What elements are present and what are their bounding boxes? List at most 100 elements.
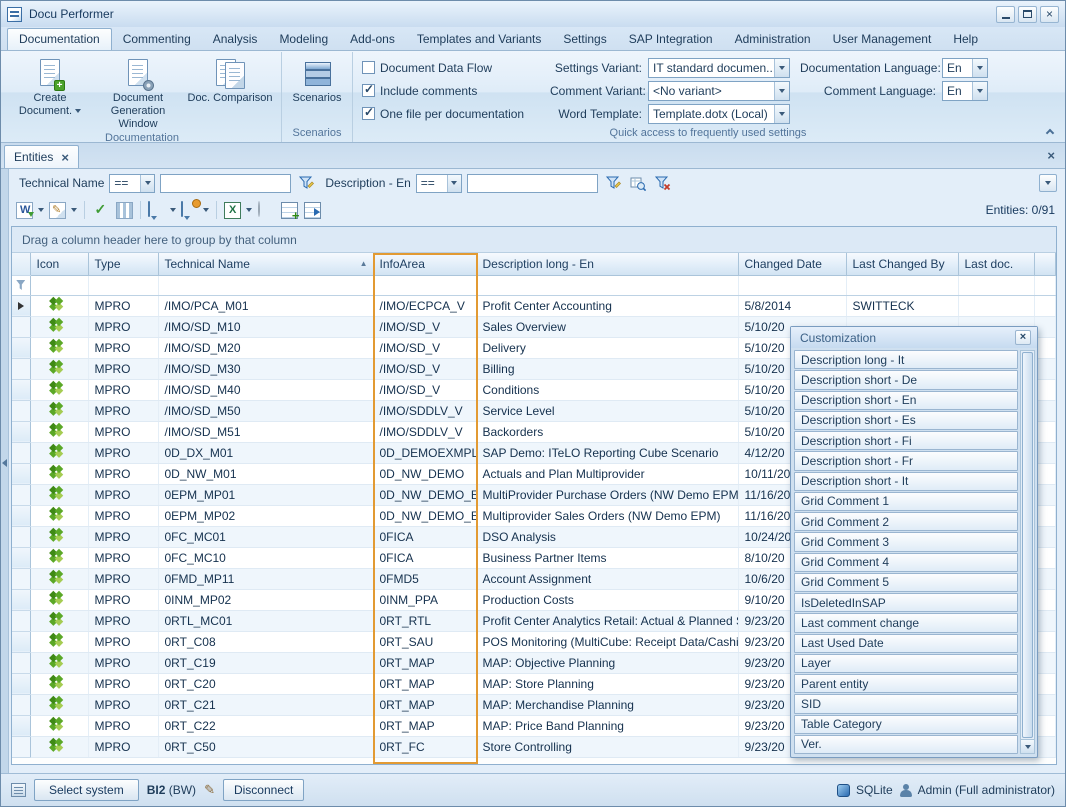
combo-documentation-language[interactable]: En bbox=[942, 58, 988, 78]
customization-item-grid-comment-3[interactable]: Grid Comment 3 bbox=[794, 532, 1018, 551]
systems-list-icon[interactable] bbox=[11, 783, 26, 797]
menu-tab-user-management[interactable]: User Management bbox=[822, 29, 943, 50]
combo-comment-variant[interactable]: <No variant> bbox=[648, 81, 790, 101]
scroll-down-button[interactable] bbox=[1021, 739, 1034, 753]
close-button[interactable]: × bbox=[1040, 6, 1059, 23]
column-header-type[interactable]: Type bbox=[88, 253, 158, 275]
preview-button[interactable] bbox=[256, 199, 276, 221]
export-word-button[interactable] bbox=[15, 199, 45, 221]
customization-item-description-short-en[interactable]: Description short - En bbox=[794, 391, 1018, 410]
checkbox-box[interactable] bbox=[362, 61, 375, 74]
doc-comparison-button[interactable]: Doc. Comparison bbox=[182, 53, 278, 132]
table-add-button[interactable] bbox=[279, 199, 299, 221]
tab-close-icon[interactable]: × bbox=[61, 151, 69, 164]
column-header-technical-name[interactable]: Technical Name▲ bbox=[158, 253, 373, 275]
menu-tab-commenting[interactable]: Commenting bbox=[112, 29, 202, 50]
filter-cell[interactable] bbox=[30, 275, 88, 295]
table-row[interactable]: MPRO/IMO/PCA_M01/IMO/ECPCA_VProfit Cente… bbox=[12, 295, 1056, 316]
combo-word-template[interactable]: Template.dotx (Local) bbox=[648, 104, 790, 124]
filter-cell[interactable] bbox=[88, 275, 158, 295]
combo-dropdown-button[interactable] bbox=[774, 82, 789, 100]
filter-input-description-en[interactable] bbox=[467, 174, 598, 193]
export-document-button[interactable] bbox=[48, 199, 78, 221]
disconnect-button[interactable]: Disconnect bbox=[223, 779, 304, 801]
export-excel-button[interactable] bbox=[223, 199, 253, 221]
filter-input-technical-name[interactable] bbox=[160, 174, 291, 193]
checkbox-document-data-flow[interactable]: Document Data Flow bbox=[362, 57, 540, 78]
column-header-icon[interactable]: Icon bbox=[30, 253, 88, 275]
customization-item-parent-entity[interactable]: Parent entity bbox=[794, 674, 1018, 693]
combo-dropdown-button[interactable] bbox=[972, 59, 987, 77]
customization-item-grid-comment-4[interactable]: Grid Comment 4 bbox=[794, 553, 1018, 572]
customization-item-ver[interactable]: Ver. bbox=[794, 735, 1018, 754]
filter-row-indicator[interactable] bbox=[12, 275, 30, 295]
select-system-button[interactable]: Select system bbox=[34, 779, 139, 801]
comment-sync-button[interactable] bbox=[180, 199, 210, 221]
menu-tab-analysis[interactable]: Analysis bbox=[202, 29, 269, 50]
customization-item-description-short-it[interactable]: Description short - It bbox=[794, 472, 1018, 491]
filter-panel-chevron-button[interactable] bbox=[1039, 174, 1057, 192]
menu-tab-settings[interactable]: Settings bbox=[552, 29, 617, 50]
combo-dropdown-button[interactable] bbox=[774, 59, 789, 77]
menu-tab-help[interactable]: Help bbox=[942, 29, 989, 50]
filter-funnel-button-technical-name[interactable] bbox=[296, 172, 316, 194]
grid-filter-row[interactable] bbox=[12, 275, 1056, 295]
customization-item-grid-comment-2[interactable]: Grid Comment 2 bbox=[794, 512, 1018, 531]
maximize-button[interactable] bbox=[1018, 6, 1037, 23]
document-generation-window-button[interactable]: Document Generation Window bbox=[94, 53, 182, 132]
customization-item-grid-comment-5[interactable]: Grid Comment 5 bbox=[794, 573, 1018, 592]
table-open-button[interactable] bbox=[302, 199, 322, 221]
operator-combo-description-en[interactable]: == bbox=[416, 174, 462, 193]
minimize-button[interactable] bbox=[996, 6, 1015, 23]
customization-item-last-comment-change[interactable]: Last comment change bbox=[794, 613, 1018, 632]
column-header-changed-date[interactable]: Changed Date bbox=[738, 253, 846, 275]
customization-item-description-short-fr[interactable]: Description short - Fr bbox=[794, 451, 1018, 470]
combo-settings-variant[interactable]: IT standard documen... bbox=[648, 58, 790, 78]
tab-entities[interactable]: Entities × bbox=[4, 145, 79, 168]
filter-cell[interactable] bbox=[738, 275, 846, 295]
customization-item-description-short-fi[interactable]: Description short - Fi bbox=[794, 431, 1018, 450]
filter-cell[interactable] bbox=[1034, 275, 1056, 295]
menu-tab-templates-and-variants[interactable]: Templates and Variants bbox=[406, 29, 553, 50]
validate-button[interactable] bbox=[91, 199, 111, 221]
customization-item-last-used-date[interactable]: Last Used Date bbox=[794, 634, 1018, 653]
column-header-infoarea[interactable]: InfoArea bbox=[373, 253, 476, 275]
customization-item-layer[interactable]: Layer bbox=[794, 654, 1018, 673]
column-chooser-button[interactable] bbox=[114, 199, 134, 221]
customization-item-grid-comment-1[interactable]: Grid Comment 1 bbox=[794, 492, 1018, 511]
ribbon-collapse-button[interactable] bbox=[1042, 124, 1058, 139]
clear-filter-button[interactable] bbox=[653, 172, 673, 194]
customization-item-table-category[interactable]: Table Category bbox=[794, 715, 1018, 734]
user-label[interactable]: Admin (Full administrator) bbox=[918, 783, 1055, 797]
create-document-button[interactable]: + Create Document. bbox=[6, 53, 94, 132]
combo-dropdown-button[interactable] bbox=[774, 105, 789, 123]
combo-dropdown-button[interactable] bbox=[972, 82, 987, 100]
checkbox-box[interactable] bbox=[362, 84, 375, 97]
combo-dropdown-button[interactable] bbox=[140, 175, 154, 192]
menu-tab-sap-integration[interactable]: SAP Integration bbox=[618, 29, 724, 50]
customization-item-description-short-es[interactable]: Description short - Es bbox=[794, 411, 1018, 430]
filter-cell[interactable] bbox=[958, 275, 1034, 295]
grid-filter-button[interactable] bbox=[628, 172, 648, 194]
comments-button[interactable] bbox=[147, 199, 177, 221]
column-header-description-long-en[interactable]: Description long - En bbox=[476, 253, 738, 275]
collapsed-side-panel[interactable] bbox=[1, 169, 9, 773]
customization-titlebar[interactable]: Customization × bbox=[791, 327, 1037, 348]
scrollbar-thumb[interactable] bbox=[1022, 352, 1033, 738]
column-header-last-doc[interactable]: Last doc. bbox=[958, 253, 1034, 275]
checkbox-one-file-per-documentation[interactable]: One file per documentation bbox=[362, 103, 540, 124]
filter-cell[interactable] bbox=[476, 275, 738, 295]
operator-combo-technical-name[interactable]: == bbox=[109, 174, 155, 193]
customization-item-sid[interactable]: SID bbox=[794, 694, 1018, 713]
panel-close-icon[interactable]: × bbox=[1047, 149, 1055, 162]
filter-cell[interactable] bbox=[158, 275, 373, 295]
group-by-bar[interactable]: Drag a column header here to group by th… bbox=[12, 227, 1056, 253]
combo-dropdown-button[interactable] bbox=[447, 175, 461, 192]
filter-cell[interactable] bbox=[846, 275, 958, 295]
customization-item-description-short-de[interactable]: Description short - De bbox=[794, 370, 1018, 389]
menu-tab-modeling[interactable]: Modeling bbox=[268, 29, 339, 50]
combo-comment-language[interactable]: En bbox=[942, 81, 988, 101]
checkbox-box[interactable] bbox=[362, 107, 375, 120]
filter-funnel-button-description-en[interactable] bbox=[603, 172, 623, 194]
customization-close-button[interactable]: × bbox=[1015, 330, 1031, 345]
